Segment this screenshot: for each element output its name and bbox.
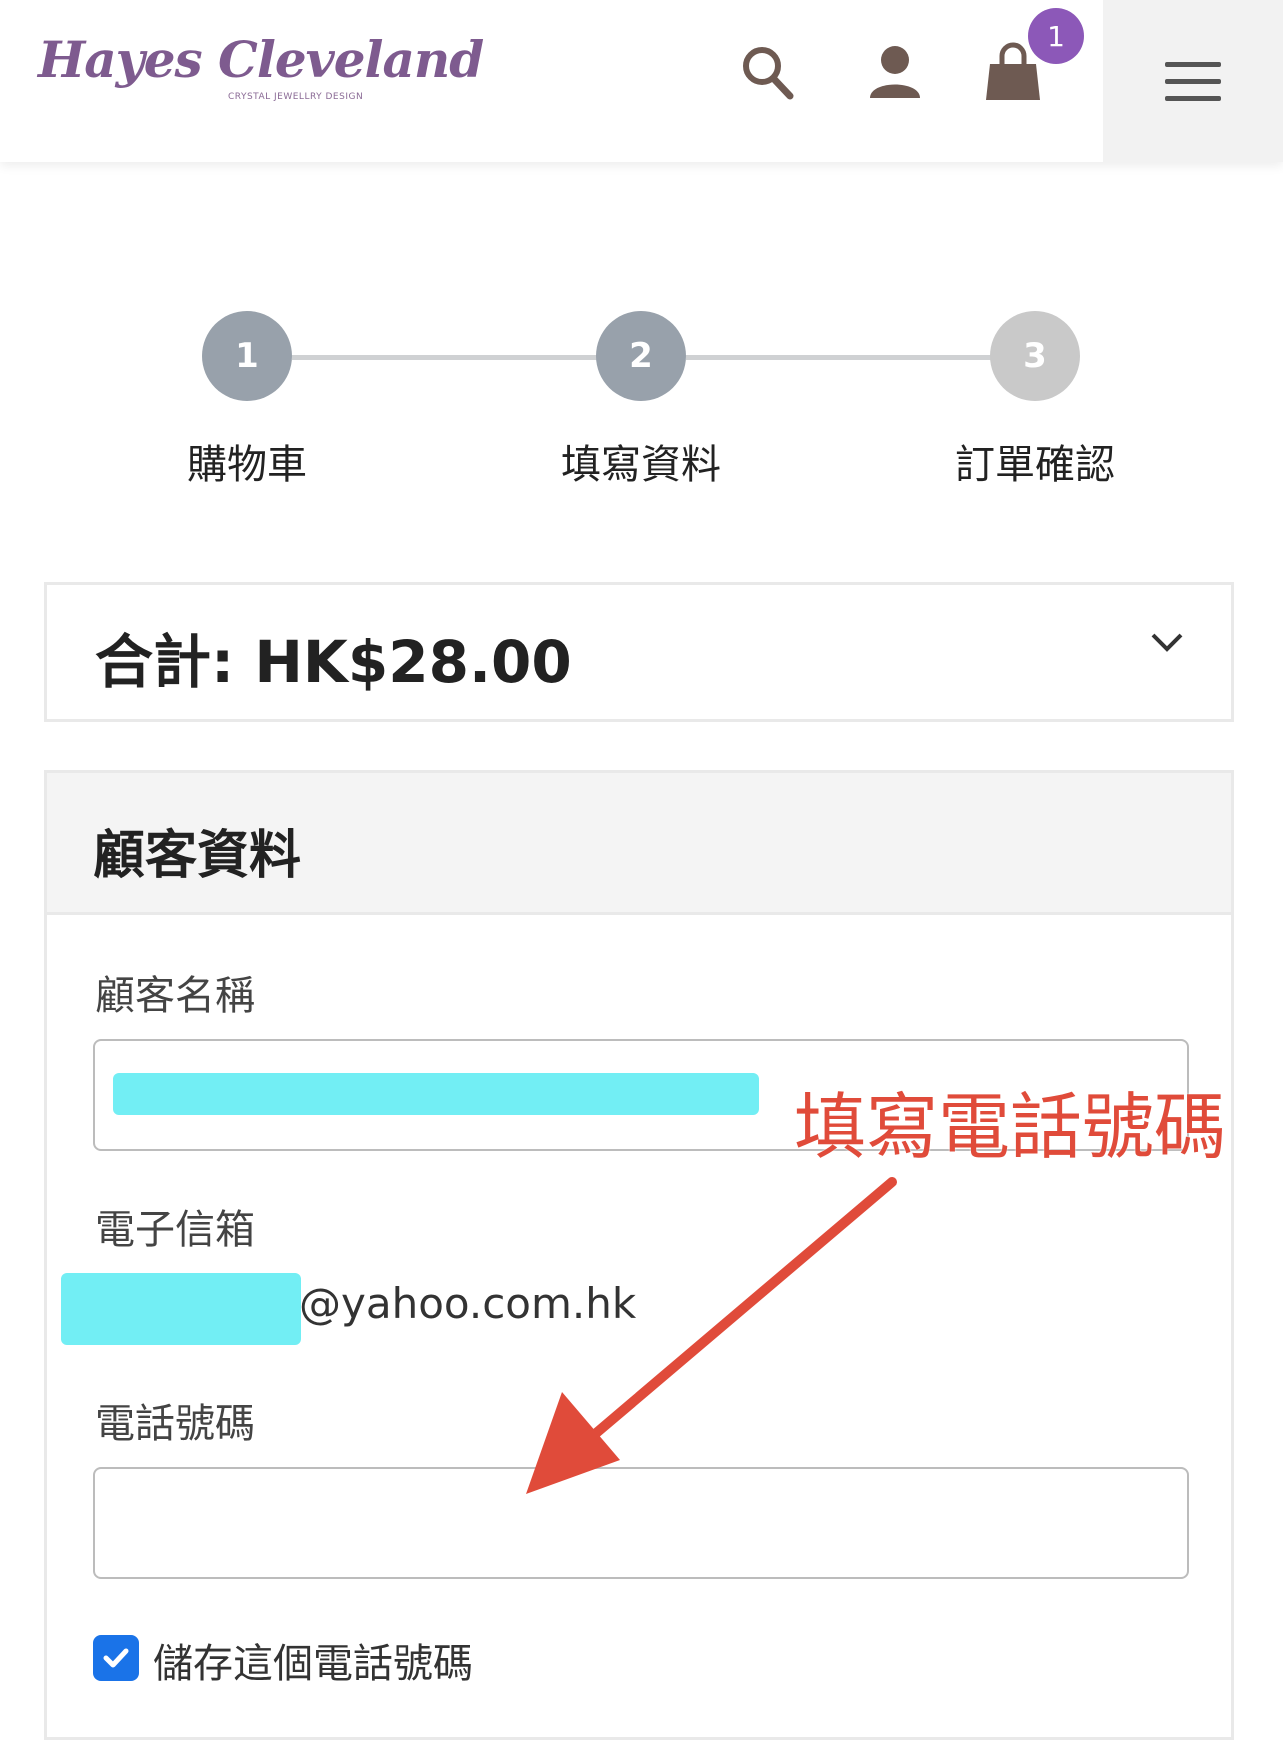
phone-number-input[interactable] — [93, 1467, 1189, 1579]
user-icon[interactable] — [866, 42, 924, 104]
step-2-circle: 2 — [596, 311, 686, 401]
stepper-connector — [292, 355, 642, 360]
logo-text: Hayes Cleveland — [38, 30, 484, 89]
cart-count-badge[interactable]: 1 — [1028, 8, 1084, 64]
step-3-circle: 3 — [990, 311, 1080, 401]
email-value: @yahoo.com.hk — [299, 1279, 637, 1328]
phone-label: 電話號碼 — [95, 1401, 255, 1447]
step-2-label: 填寫資料 — [561, 442, 721, 488]
step-1-label: 購物車 — [187, 442, 307, 488]
redaction-mark — [61, 1273, 301, 1345]
redaction-mark — [113, 1073, 759, 1115]
save-phone-checkbox[interactable] — [93, 1635, 139, 1681]
panel-header: 顧客資料 — [47, 773, 1231, 915]
chevron-down-icon[interactable] — [1147, 623, 1187, 663]
panel-title: 顧客資料 — [93, 826, 302, 886]
stepper-connector — [686, 355, 1036, 360]
customer-info-panel: 顧客資料 顧客名稱 電子信箱 @yahoo.com.hk 電話號碼 儲存這個電話… — [44, 770, 1234, 1740]
hamburger-menu-icon — [1165, 50, 1221, 113]
logo-subtitle: CRYSTAL JEWELLRY DESIGN — [228, 92, 364, 102]
step-3-label: 訂單確認 — [955, 442, 1115, 488]
brand-logo[interactable]: Hayes Cleveland CRYSTAL JEWELLRY DESIGN — [38, 30, 484, 114]
search-icon[interactable] — [738, 42, 796, 104]
name-label: 顧客名稱 — [95, 973, 255, 1019]
site-header: Hayes Cleveland CRYSTAL JEWELLRY DESIGN … — [0, 0, 1283, 162]
menu-button[interactable] — [1103, 0, 1283, 162]
order-total: 合計: HK$28.00 — [95, 628, 572, 696]
checkmark-icon — [103, 1648, 129, 1668]
step-1-circle: 1 — [202, 311, 292, 401]
save-phone-label[interactable]: 儲存這個電話號碼 — [153, 1631, 473, 1689]
order-total-summary[interactable]: 合計: HK$28.00 — [44, 582, 1234, 722]
annotation-text: 填寫電話號碼 — [794, 1085, 1227, 1169]
email-label: 電子信箱 — [95, 1207, 255, 1253]
